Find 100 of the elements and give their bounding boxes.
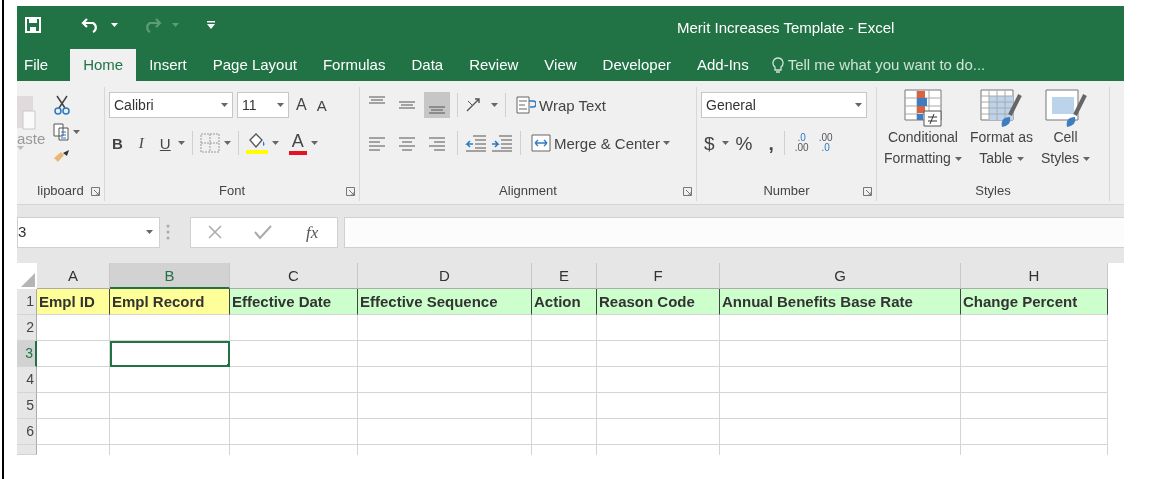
fill-color-icon[interactable] <box>245 132 268 154</box>
merge-center-button[interactable]: Merge & Center <box>528 133 673 153</box>
currency-button[interactable]: $ <box>701 132 718 154</box>
conditional-formatting-icon[interactable] <box>903 89 942 127</box>
table-cell[interactable] <box>532 367 597 393</box>
grow-font-button[interactable]: A <box>293 96 310 114</box>
ribbon-tab[interactable]: View <box>531 49 590 81</box>
caret-icon[interactable] <box>146 230 153 234</box>
table-cell[interactable] <box>532 341 597 367</box>
table-cell[interactable] <box>37 393 110 419</box>
table-cell[interactable] <box>597 419 720 445</box>
caret-icon[interactable] <box>271 141 279 145</box>
dialog-launcher-icon[interactable] <box>683 187 692 196</box>
customize-icon[interactable] <box>207 21 215 29</box>
decrease-decimal-button[interactable]: .00 .0 <box>815 132 836 154</box>
dialog-launcher-icon[interactable] <box>346 187 355 196</box>
table-cell[interactable] <box>110 393 230 419</box>
tell-me-field[interactable]: Tell me what you want to do... <box>787 53 1013 77</box>
column-header[interactable]: B <box>110 263 230 289</box>
table-cell[interactable] <box>358 341 532 367</box>
format-painter-icon[interactable] <box>53 149 72 163</box>
ribbon-tab[interactable]: File <box>17 49 71 81</box>
active-cell[interactable] <box>110 341 230 367</box>
ribbon-tab[interactable]: Insert <box>136 49 200 81</box>
bold-button[interactable]: B <box>109 134 126 152</box>
increase-indent-icon[interactable] <box>491 133 513 153</box>
table-cell[interactable] <box>720 393 961 419</box>
row-header[interactable]: 1 <box>17 289 37 315</box>
font-color-button[interactable]: A <box>288 131 307 155</box>
column-header[interactable]: G <box>720 263 961 289</box>
wrap-text-button[interactable]: Wrap Text <box>513 95 609 115</box>
table-cell[interactable] <box>720 367 961 393</box>
lightbulb-icon[interactable] <box>771 56 784 74</box>
table-cell[interactable] <box>37 341 110 367</box>
copy-icon[interactable] <box>53 123 70 141</box>
table-cell[interactable] <box>358 419 532 445</box>
table-cell[interactable] <box>961 393 1108 419</box>
ribbon-tab[interactable]: Formulas <box>309 49 399 81</box>
column-header[interactable]: H <box>961 263 1108 289</box>
shrink-font-button[interactable]: A <box>313 96 330 114</box>
number-format-dropdown[interactable]: General <box>701 92 867 118</box>
caret-icon[interactable] <box>721 141 729 145</box>
table-cell[interactable] <box>720 341 961 367</box>
font-name-dropdown[interactable]: Calibri <box>109 92 233 118</box>
table-cell[interactable] <box>532 315 597 341</box>
table-cell[interactable] <box>597 315 720 341</box>
table-cell[interactable] <box>110 315 230 341</box>
table-cell[interactable] <box>961 341 1108 367</box>
column-header[interactable]: C <box>230 263 358 289</box>
merge-icon[interactable] <box>531 134 551 152</box>
caret-icon[interactable] <box>177 141 185 145</box>
row-header[interactable]: 2 <box>17 315 37 341</box>
table-cell[interactable] <box>961 315 1108 341</box>
table-cell[interactable] <box>597 393 720 419</box>
table-cell[interactable] <box>358 315 532 341</box>
dialog-launcher-icon[interactable] <box>91 187 100 196</box>
ribbon-tab[interactable]: Home <box>70 49 137 81</box>
table-cell[interactable] <box>597 367 720 393</box>
comma-button[interactable]: , <box>765 132 777 154</box>
drag-handle-icon[interactable] <box>166 224 170 240</box>
ribbon-tab[interactable]: Page Layout <box>199 49 310 81</box>
caret-icon[interactable] <box>277 103 284 107</box>
table-cell[interactable] <box>532 393 597 419</box>
table-cell[interactable] <box>110 367 230 393</box>
table-cell[interactable] <box>230 315 358 341</box>
cancel-icon[interactable] <box>206 224 223 240</box>
name-box[interactable]: 3 <box>17 216 160 248</box>
table-cell[interactable] <box>230 419 358 445</box>
underline-button[interactable]: U <box>156 134 174 152</box>
increase-decimal-button[interactable]: .0 .00 <box>791 132 812 154</box>
ribbon-tab[interactable]: Add-Ins <box>683 49 762 81</box>
column-header[interactable]: F <box>597 263 720 289</box>
row-header[interactable]: 4 <box>17 367 37 393</box>
table-cell[interactable] <box>358 393 532 419</box>
format-as-table-icon[interactable] <box>980 89 1023 127</box>
enter-icon[interactable] <box>253 224 272 240</box>
table-cell[interactable] <box>597 341 720 367</box>
conditional-styles-button[interactable]: Conditional Formatting <box>881 89 965 181</box>
caret-icon[interactable] <box>111 23 118 27</box>
column-header[interactable]: E <box>532 263 597 289</box>
caret-icon[interactable] <box>223 141 231 145</box>
caret-icon[interactable] <box>1016 156 1024 161</box>
cell-styles-button[interactable]: Cell Styles <box>1037 89 1094 181</box>
row-header[interactable]: 6 <box>17 419 37 445</box>
caret-icon[interactable] <box>310 141 318 145</box>
caret-icon[interactable] <box>855 103 862 107</box>
table-cell[interactable] <box>230 367 358 393</box>
table-cell[interactable] <box>37 315 110 341</box>
table-cell[interactable] <box>110 419 230 445</box>
dialog-launcher-icon[interactable] <box>863 187 872 196</box>
table-cell[interactable] <box>961 367 1108 393</box>
table-cell[interactable] <box>37 367 110 393</box>
ribbon-tab[interactable]: Review <box>456 49 532 81</box>
caret-icon[interactable] <box>1083 156 1091 161</box>
caret-icon[interactable] <box>491 103 498 107</box>
table-cell[interactable] <box>230 341 358 367</box>
ribbon-tab[interactable]: Data <box>398 49 457 81</box>
ribbon-tab[interactable]: Developer <box>589 49 684 81</box>
italic-button[interactable]: I <box>135 134 147 152</box>
caret-icon[interactable] <box>73 130 81 134</box>
